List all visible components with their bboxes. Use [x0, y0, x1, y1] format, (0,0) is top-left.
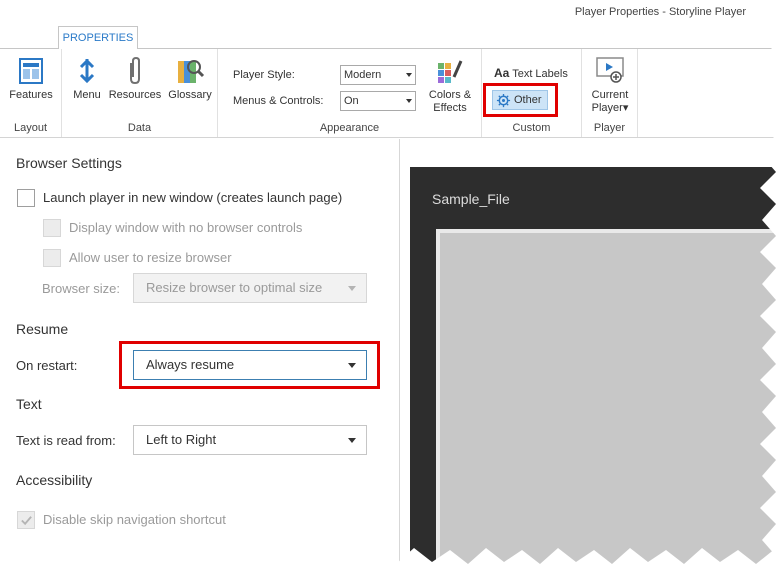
on-restart-label: On restart:	[16, 358, 78, 373]
current-player-button[interactable]: Current Player▾	[588, 55, 632, 115]
ribbon-group-custom: Aa Text Labels Other Custom	[482, 49, 582, 137]
slide-area	[436, 229, 776, 572]
checkbox-box[interactable]	[17, 189, 35, 207]
browser-size-label: Browser size:	[42, 281, 121, 296]
player-preview: Sample_File	[410, 167, 776, 572]
browser-size-value: Resize browser to optimal size	[146, 280, 323, 295]
text-labels-icon: Aa	[494, 66, 510, 80]
section-title-text: Text	[16, 396, 42, 412]
text-labels-label: Text Labels	[512, 68, 568, 80]
window-title: Player Properties - Storyline Player	[574, 6, 746, 18]
settings-pane: Browser Settings Launch player in new wi…	[0, 139, 400, 572]
ribbon-group-appearance: Player Style: Modern Menus & Controls: O…	[218, 49, 482, 137]
features-button[interactable]: Features	[8, 55, 54, 102]
other-label: Other	[514, 94, 542, 106]
menu-icon	[79, 58, 95, 84]
player-style-select[interactable]: Modern	[340, 65, 416, 85]
current-player-label-line-1: Current	[591, 89, 629, 101]
glossary-icon	[178, 60, 205, 83]
ribbon-group-layout: Features Layout	[0, 49, 62, 137]
colors-label-line-1: Colors &	[428, 89, 472, 101]
preview-title: Sample_File	[432, 191, 510, 207]
menus-controls-select[interactable]: On	[340, 91, 416, 111]
section-title-accessibility: Accessibility	[16, 472, 93, 488]
current-player-label-line-2: Player▾	[591, 102, 629, 114]
player-icon	[596, 57, 624, 83]
palette-icon	[438, 60, 463, 83]
text-read-from-label: Text is read from:	[16, 433, 116, 448]
paperclip-icon	[130, 56, 140, 85]
chevron-down-icon	[348, 286, 356, 291]
group-label-layout: Layout	[13, 122, 48, 134]
menu-label: Menu	[73, 89, 101, 101]
checkbox-box[interactable]	[17, 511, 35, 529]
checkmark-icon	[21, 516, 32, 526]
other-button[interactable]: Other	[492, 90, 548, 110]
colors-effects-button[interactable]: Colors & Effects	[424, 55, 476, 115]
glossary-label: Glossary	[168, 89, 212, 101]
launch-new-window-label: Launch player in new window (creates lau…	[43, 190, 343, 205]
checkbox-box[interactable]	[43, 219, 61, 237]
ribbon-group-player: Current Player▾ Player	[582, 49, 638, 137]
section-title-browser: Browser Settings	[16, 155, 122, 171]
chevron-down-icon	[348, 438, 356, 443]
group-label-appearance: Appearance	[319, 122, 380, 134]
resources-button[interactable]: Resources	[108, 55, 162, 102]
ribbon-group-data: Menu Resources Glossary Data	[62, 49, 218, 137]
resources-label: Resources	[108, 89, 162, 101]
group-label-custom: Custom	[512, 122, 551, 134]
on-restart-value: Always resume	[146, 357, 235, 372]
browser-size-select[interactable]: Resize browser to optimal size	[133, 273, 367, 303]
dropdown-caret-icon: ▾	[622, 102, 629, 114]
on-restart-select[interactable]: Always resume	[133, 350, 367, 380]
checkbox-box[interactable]	[43, 249, 61, 267]
no-browser-controls-label: Display window with no browser controls	[69, 220, 303, 235]
group-label-data: Data	[127, 122, 152, 134]
features-label: Features	[9, 89, 53, 101]
glossary-button[interactable]: Glossary	[166, 55, 214, 102]
tab-properties[interactable]: PROPERTIES	[58, 26, 138, 49]
gear-icon	[496, 93, 511, 108]
chevron-down-icon	[406, 73, 412, 77]
chevron-down-icon	[348, 363, 356, 368]
group-label-player: Player	[593, 122, 626, 134]
title-bar: Player Properties - Storyline Player	[0, 0, 776, 26]
disable-skip-nav-label: Disable skip navigation shortcut	[43, 512, 226, 527]
section-title-resume: Resume	[16, 321, 69, 337]
text-labels-button[interactable]: Aa Text Labels	[494, 66, 568, 80]
menus-controls-label: Menus & Controls:	[233, 95, 324, 107]
text-read-from-select[interactable]: Left to Right	[133, 425, 367, 455]
menus-controls-value: On	[344, 95, 359, 107]
player-style-label: Player Style:	[233, 69, 295, 81]
ribbon: Features Layout Menu Resources Glossary …	[0, 48, 776, 138]
chevron-down-icon	[406, 99, 412, 103]
player-style-value: Modern	[344, 69, 382, 81]
allow-resize-label: Allow user to resize browser	[69, 250, 232, 265]
colors-label-line-2: Effects	[433, 102, 467, 114]
menu-button[interactable]: Menu	[70, 55, 104, 102]
features-icon	[19, 58, 43, 84]
text-read-from-value: Left to Right	[146, 432, 217, 447]
